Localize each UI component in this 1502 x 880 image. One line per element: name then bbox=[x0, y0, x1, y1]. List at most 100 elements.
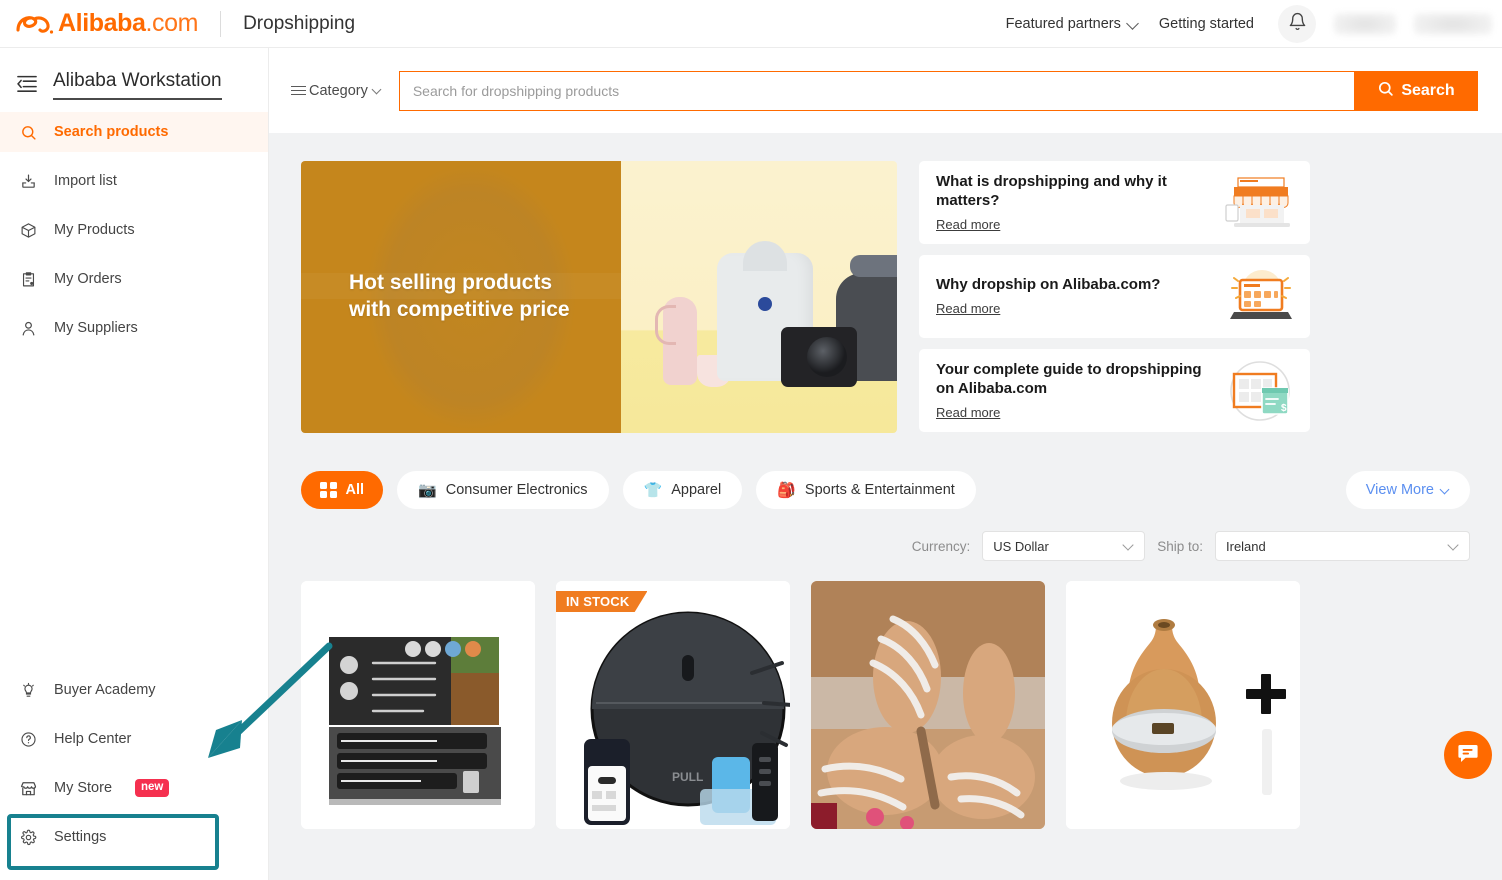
product-card[interactable]: IN STOCK PULL bbox=[556, 581, 790, 829]
box-icon bbox=[18, 220, 38, 240]
question-circle-icon bbox=[18, 729, 38, 749]
category-chip-consumer-electronics[interactable]: 📷 Consumer Electronics bbox=[397, 471, 609, 509]
getting-started-label: Getting started bbox=[1158, 15, 1254, 32]
info-card-title: What is dropshipping and why it matters? bbox=[936, 172, 1167, 210]
header-divider bbox=[220, 10, 222, 37]
category-chip-sports-entertainment[interactable]: 🎒 Sports & Entertainment bbox=[756, 471, 976, 509]
search-bar-row: Category Search bbox=[269, 48, 1502, 133]
search-input[interactable] bbox=[398, 70, 1354, 111]
product-grid: IN STOCK PULL bbox=[301, 581, 1470, 829]
info-card[interactable]: Why dropship on Alibaba.com? Read more bbox=[919, 255, 1310, 338]
product-card[interactable] bbox=[1066, 581, 1300, 829]
chat-support-button[interactable] bbox=[1444, 731, 1492, 779]
new-badge: new bbox=[135, 779, 170, 797]
product-card[interactable] bbox=[301, 581, 535, 829]
product-card[interactable] bbox=[811, 581, 1045, 829]
sidebar-item-label: Help Center bbox=[54, 731, 132, 747]
category-chip-label: Sports & Entertainment bbox=[804, 482, 955, 498]
shipto-select[interactable]: Ireland bbox=[1215, 531, 1470, 561]
notifications-button[interactable] bbox=[1278, 4, 1316, 43]
info-card[interactable]: Your complete guide to dropshipping on A… bbox=[919, 349, 1310, 432]
category-chip-all[interactable]: All bbox=[301, 471, 384, 509]
sidebar-item-import-list[interactable]: Import list bbox=[0, 161, 268, 201]
header-right-group: Featured partners Getting started bbox=[996, 4, 1502, 43]
workstation-header: Alibaba Workstation bbox=[0, 48, 268, 108]
category-filter-row: All 📷 Consumer Electronics 👕 Apparel 🎒 S… bbox=[301, 471, 1470, 509]
category-label: Category bbox=[309, 82, 368, 99]
sidebar-primary-nav: Search products Import list My Products … bbox=[0, 112, 268, 348]
status-badge: IN STOCK bbox=[556, 591, 648, 612]
sidebar-item-buyer-academy[interactable]: Buyer Academy bbox=[0, 670, 269, 710]
sidebar-item-label: My Suppliers bbox=[54, 320, 138, 336]
search-icon bbox=[18, 122, 38, 142]
category-chip-label: Apparel bbox=[671, 482, 722, 498]
collapse-sidebar-icon[interactable] bbox=[16, 73, 38, 98]
robot-vacuum-image: PULL bbox=[556, 581, 790, 829]
search-box: Search bbox=[398, 70, 1478, 111]
sidebar-item-my-products[interactable]: My Products bbox=[0, 210, 268, 250]
currency-select[interactable]: US Dollar bbox=[982, 531, 1146, 561]
read-more-link[interactable]: Read more bbox=[936, 217, 1000, 232]
lightbulb-icon bbox=[18, 680, 38, 700]
alibaba-logo[interactable]: Alibaba.com bbox=[0, 9, 198, 38]
hero-title-line1: Hot selling products bbox=[349, 271, 553, 295]
featured-partners-menu[interactable]: Featured partners bbox=[996, 16, 1149, 32]
chevron-down-icon bbox=[1128, 18, 1139, 29]
category-chip-label: All bbox=[345, 482, 365, 498]
chevron-down-icon bbox=[1441, 486, 1450, 495]
getting-started-link[interactable]: Getting started bbox=[1149, 16, 1264, 32]
info-card[interactable]: What is dropshipping and why it matters?… bbox=[919, 161, 1310, 244]
category-dropdown[interactable]: Category bbox=[291, 83, 382, 99]
hamburger-lines-icon bbox=[291, 83, 306, 98]
shipto-value: Ireland bbox=[1226, 538, 1266, 554]
storefront-laptop-illustration bbox=[1224, 172, 1296, 234]
view-more-button[interactable]: View More bbox=[1345, 471, 1470, 509]
sidebar-item-help-center[interactable]: Help Center bbox=[0, 719, 269, 759]
category-chip-label: Consumer Electronics bbox=[445, 482, 588, 498]
category-chip-apparel[interactable]: 👕 Apparel bbox=[622, 471, 743, 509]
chevron-down-icon bbox=[1449, 541, 1459, 551]
view-more-label: View More bbox=[1365, 482, 1434, 498]
read-more-link[interactable]: Read more bbox=[936, 405, 1000, 420]
sidebar: Alibaba Workstation Search products Impo… bbox=[0, 48, 269, 880]
hero-product-illustration bbox=[621, 161, 897, 433]
sidebar-item-label: My Store bbox=[54, 780, 113, 796]
chat-bubble-icon bbox=[1456, 741, 1480, 770]
bell-icon bbox=[1288, 12, 1307, 36]
sidebar-item-label: My Products bbox=[54, 222, 135, 238]
hero-banner[interactable]: Hot selling products with competitive pr… bbox=[301, 161, 897, 433]
tshirt-icon: 👕 bbox=[643, 481, 663, 499]
chevron-down-icon bbox=[1124, 541, 1134, 551]
dropshipping-app: Alibaba.com Dropshipping Featured partne… bbox=[0, 0, 1502, 880]
bottle-illustration bbox=[655, 297, 697, 385]
redacted-account-item-2 bbox=[1414, 12, 1492, 35]
laptop-globe-illustration bbox=[1224, 266, 1296, 328]
top-header: Alibaba.com Dropshipping Featured partne… bbox=[0, 0, 1502, 48]
info-card-title: Why dropship on Alibaba.com? bbox=[936, 276, 1161, 294]
hero-left-panel: Hot selling products with competitive pr… bbox=[301, 161, 621, 433]
hero-row: Hot selling products with competitive pr… bbox=[301, 161, 1470, 433]
hero-title-line2: with competitive price bbox=[349, 298, 570, 321]
sidebar-item-settings[interactable]: Settings bbox=[0, 817, 269, 857]
search-button[interactable]: Search bbox=[1354, 70, 1478, 111]
knife-set-image bbox=[301, 581, 535, 829]
sidebar-item-my-suppliers[interactable]: My Suppliers bbox=[0, 308, 268, 348]
sidebar-item-label: My Orders bbox=[54, 271, 122, 287]
sidebar-item-label: Import list bbox=[54, 173, 117, 189]
search-icon bbox=[1377, 80, 1394, 102]
sidebar-item-search-products[interactable]: Search products bbox=[0, 112, 268, 152]
read-more-link[interactable]: Read more bbox=[936, 301, 1000, 316]
currency-shipto-row: Currency: US Dollar Ship to: Ireland bbox=[301, 531, 1470, 561]
aroma-diffuser-image bbox=[1066, 581, 1300, 829]
person-icon bbox=[18, 318, 38, 338]
info-card-title: Your complete guide to dropshipping on A… bbox=[936, 360, 1202, 398]
sidebar-item-my-store[interactable]: My Store new bbox=[0, 768, 269, 808]
sidebar-item-label: Buyer Academy bbox=[54, 682, 156, 698]
backpack-icon: 🎒 bbox=[777, 481, 796, 499]
sidebar-item-my-orders[interactable]: My Orders bbox=[0, 259, 268, 299]
search-button-label: Search bbox=[1401, 81, 1455, 99]
rhinestone-sandals-image bbox=[811, 581, 1045, 829]
info-cards-list: What is dropshipping and why it matters?… bbox=[919, 161, 1310, 433]
guide-document-illustration: $ bbox=[1224, 360, 1296, 422]
svg-text:$: $ bbox=[1281, 403, 1287, 414]
